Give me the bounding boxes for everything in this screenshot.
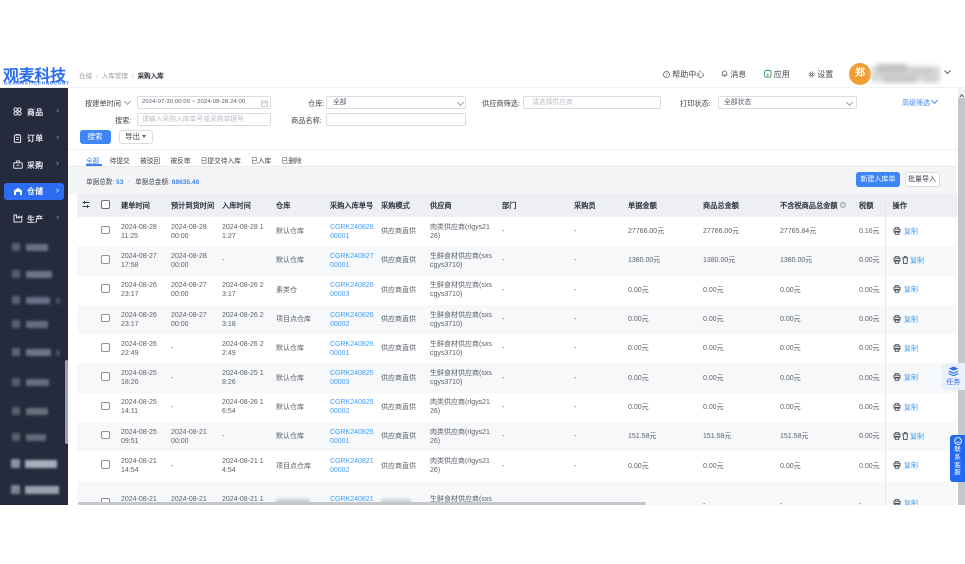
svg-text:?: ? (665, 72, 668, 77)
